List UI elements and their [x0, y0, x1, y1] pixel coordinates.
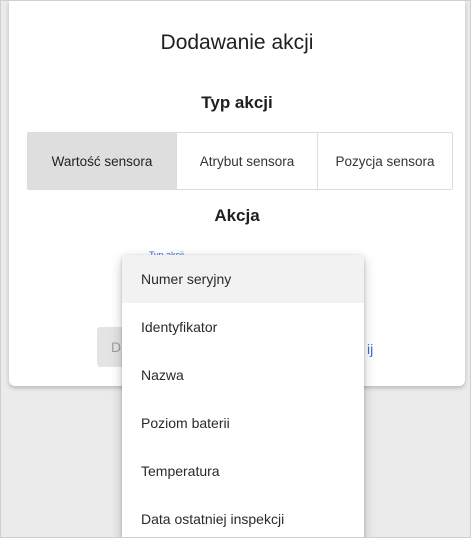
menu-item-name[interactable]: Nazwa	[122, 351, 364, 399]
toggle-sensor-position[interactable]: Pozycja sensora	[318, 133, 452, 189]
app-frame: Dodawanie akcji Typ akcji Wartość sensor…	[0, 0, 471, 538]
dialog-right-button[interactable]: ij	[359, 334, 399, 364]
toggle-sensor-value[interactable]: Wartość sensora	[28, 133, 177, 189]
menu-item-serial-number[interactable]: Numer seryjny	[122, 255, 364, 303]
dialog-left-button-label: D	[111, 339, 122, 355]
action-type-dropdown-menu: Numer seryjny Identyfikator Nazwa Poziom…	[122, 255, 364, 537]
menu-item-temperature[interactable]: Temperatura	[122, 447, 364, 495]
toggle-sensor-attribute[interactable]: Atrybut sensora	[177, 133, 318, 189]
menu-item-last-inspection-date[interactable]: Data ostatniej inspekcji	[122, 495, 364, 537]
dialog-right-button-label: ij	[367, 341, 374, 357]
action-section-title: Akcja	[214, 206, 260, 225]
action-type-toggle-group: Wartość sensora Atrybut sensora Pozycja …	[27, 132, 453, 190]
menu-item-battery-level[interactable]: Poziom baterii	[122, 399, 364, 447]
dialog-title: Dodawanie akcji	[160, 31, 314, 54]
menu-item-identifier[interactable]: Identyfikator	[122, 303, 364, 351]
action-type-section-title: Typ akcji	[201, 93, 273, 112]
